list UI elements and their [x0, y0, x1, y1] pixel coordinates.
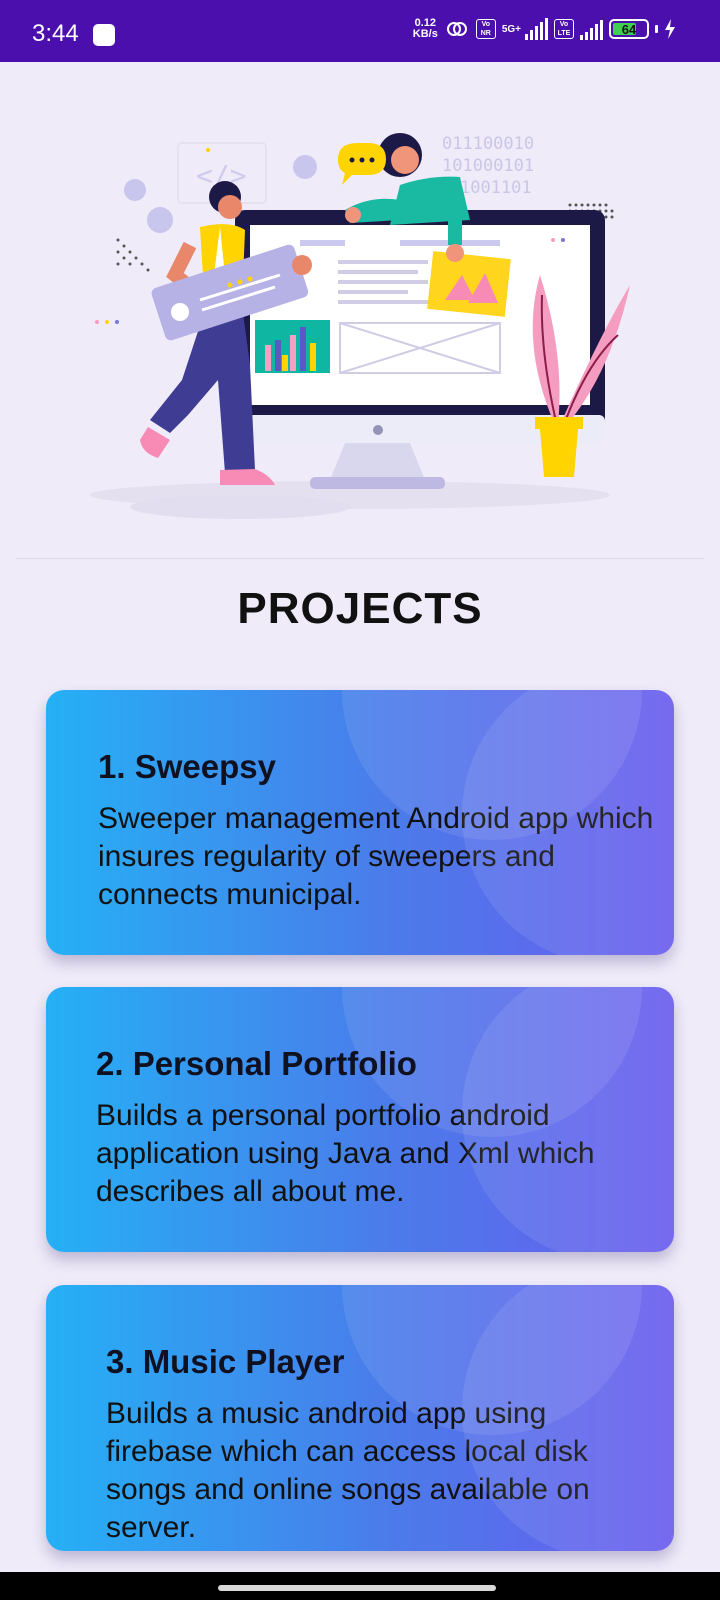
- hotspot-icon: [446, 22, 467, 36]
- project-description: Builds a music android app using firebas…: [106, 1397, 590, 1544]
- project-card-personal-portfolio[interactable]: 2. Personal Portfolio Builds a personal …: [46, 987, 674, 1252]
- charging-bolt-icon: [665, 19, 675, 39]
- home-gesture-handle[interactable]: [218, 1585, 496, 1591]
- volte-lte-badge: Vo LTE: [554, 19, 574, 39]
- binary-line-1: 011100010: [442, 134, 534, 154]
- project-title: 1. Sweepsy: [98, 748, 276, 785]
- status-time: 3:44: [32, 20, 79, 47]
- network-speed: 0.12 KB/s: [413, 18, 438, 40]
- hero-illustration: </> 011100010 101000101 1001101: [90, 133, 630, 519]
- status-bar: 3:44 0.12 KB/s Vo NR 5G+ Vo LTE 64: [0, 0, 720, 62]
- section-divider: [16, 558, 704, 559]
- signal-strength-icon-2: [580, 18, 603, 40]
- page-title: PROJECTS: [237, 584, 483, 633]
- volte-nr-badge: Vo NR: [475, 19, 496, 39]
- battery-level: 64: [621, 22, 637, 37]
- signal-strength-icon: [525, 18, 548, 40]
- project-card-sweepsy[interactable]: 1. Sweepsy Sweeper management Android ap…: [46, 690, 674, 955]
- project-title: 2. Personal Portfolio: [96, 1045, 417, 1082]
- status-icons: 0.12 KB/s Vo NR 5G+ Vo LTE 64: [413, 18, 676, 40]
- battery-cap: [655, 25, 658, 33]
- project-description: Builds a personal portfolio android appl…: [96, 1099, 595, 1208]
- project-card-music-player[interactable]: 3. Music Player Builds a music android a…: [46, 1285, 674, 1551]
- notification-icon: [93, 24, 115, 46]
- project-card-content: 3. Music Player Builds a music android a…: [106, 1343, 654, 1547]
- network-speed-unit: KB/s: [412, 28, 438, 40]
- binary-line-3: 1001101: [460, 178, 532, 198]
- network-type-label: 5G+: [501, 23, 521, 35]
- binary-line-2: 101000101: [442, 156, 534, 176]
- project-description: Sweeper management Android app which ins…: [98, 802, 654, 911]
- battery-icon: 64: [609, 19, 649, 39]
- project-card-content: 1. Sweepsy Sweeper management Android ap…: [98, 748, 654, 914]
- project-card-content: 2. Personal Portfolio Builds a personal …: [96, 1045, 654, 1211]
- project-title: 3. Music Player: [106, 1343, 345, 1380]
